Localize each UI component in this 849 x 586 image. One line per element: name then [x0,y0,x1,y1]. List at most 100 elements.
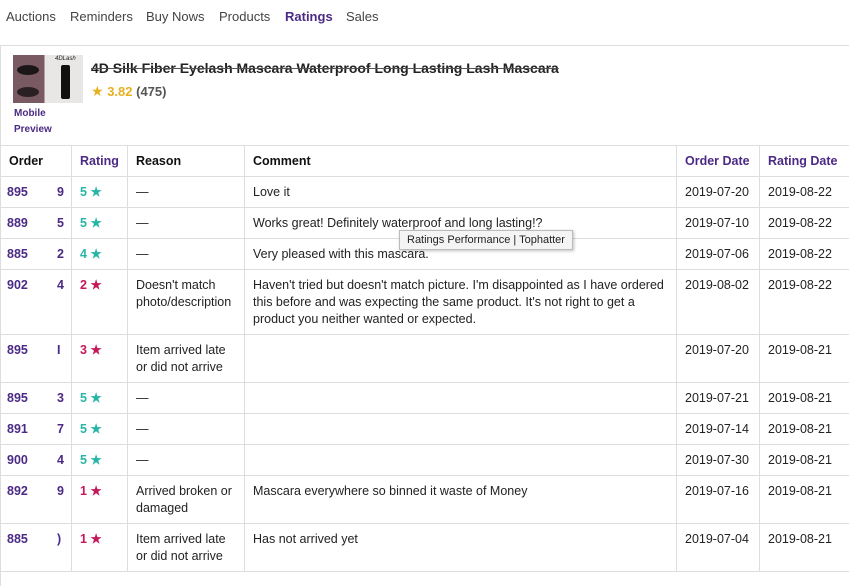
rating-count: (475) [136,84,166,99]
rating-date-cell: 2019-08-22 [760,239,849,270]
order-id-head[interactable]: 892 [7,484,28,498]
order-id-tail[interactable]: I [57,342,60,359]
thumbnail-brand-text: 4DLash [55,56,76,62]
rating-date-cell: 2019-08-22 [760,208,849,239]
ratings-table: Order Rating Reason Comment Order Date R… [0,145,849,572]
rating-value: 5 [80,422,87,436]
star-icon: ★ [90,216,101,230]
rating-cell: 5 ★ [72,445,128,476]
star-icon: ★ [90,532,101,546]
rating-value: 5 [80,185,87,199]
mobile-preview-link[interactable]: Mobile Preview [14,106,64,138]
comment-cell: Haven't tried but doesn't match picture.… [245,270,677,335]
order-id-head[interactable]: 889 [7,216,28,230]
order-id-cell[interactable]: 895 I [1,335,72,383]
comment-cell [245,414,677,445]
order-id-tail[interactable]: 4 [57,277,64,294]
order-id-tail[interactable]: 2 [57,246,64,263]
star-icon: ★ [90,484,101,498]
rating-value: 1 [80,532,87,546]
order-date-column-header[interactable]: Order Date [677,146,760,177]
table-row: 895I3 ★Item arrived late or did not arri… [1,335,849,383]
order-id-head[interactable]: 885 [7,247,28,261]
order-date-cell: 2019-08-02 [677,270,760,335]
order-id-tail[interactable]: 9 [57,483,64,500]
star-icon: ★ [90,185,101,199]
nav-buy-nows[interactable]: Buy Nows [146,9,205,24]
reason-cell: — [128,239,245,270]
tooltip: Ratings Performance | Tophatter [399,230,573,250]
order-id-cell[interactable]: 902 4 [1,270,72,335]
order-id-head[interactable]: 895 [7,391,28,405]
order-id-head[interactable]: 895 [7,343,28,357]
order-id-cell[interactable]: 892 9 [1,476,72,524]
nav-products[interactable]: Products [219,9,270,24]
order-date-cell: 2019-07-16 [677,476,760,524]
star-icon: ★ [90,343,101,357]
star-icon: ★ [91,83,104,99]
reason-cell: — [128,445,245,476]
rating-value: 3 [80,343,87,357]
rating-date-cell: 2019-08-21 [760,414,849,445]
mascara-bottle-graphic [61,65,70,99]
order-date-cell: 2019-07-04 [677,524,760,572]
order-id-tail[interactable]: 9 [57,184,64,201]
order-id-mask [30,445,60,475]
comment-cell: Has not arrived yet [245,524,677,572]
order-id-tail[interactable]: 7 [57,421,64,438]
order-id-tail[interactable]: 5 [57,215,64,232]
rating-value: 2 [80,278,87,292]
order-id-head[interactable]: 885 [7,532,28,546]
order-id-head[interactable]: 902 [7,278,28,292]
product-thumbnail[interactable]: 4DLash [13,55,83,103]
order-id-head[interactable]: 895 [7,185,28,199]
order-id-cell[interactable]: 891 7 [1,414,72,445]
order-id-tail[interactable]: 3 [57,390,64,407]
star-icon: ★ [90,278,101,292]
star-icon: ★ [90,391,101,405]
nav-ratings[interactable]: Ratings [285,9,333,24]
rating-cell: 1 ★ [72,524,128,572]
nav-auctions[interactable]: Auctions [6,9,56,24]
order-id-tail[interactable]: 4 [57,452,64,469]
product-rating-summary: ★ 3.82 (475) [91,83,166,100]
star-icon: ★ [90,453,101,467]
table-row: 90242 ★Doesn't match photo/descriptionHa… [1,270,849,335]
reason-cell: — [128,208,245,239]
order-id-tail[interactable]: ) [57,531,61,548]
rating-date-column-header[interactable]: Rating Date [760,146,849,177]
order-date-cell: 2019-07-30 [677,445,760,476]
star-icon: ★ [90,422,101,436]
nav-sales[interactable]: Sales [346,9,379,24]
order-id-head[interactable]: 891 [7,422,28,436]
reason-cell: — [128,383,245,414]
order-id-cell[interactable]: 889 5 [1,208,72,239]
order-id-mask [30,270,60,334]
order-id-cell[interactable]: 885 2 [1,239,72,270]
rating-cell: 5 ★ [72,208,128,239]
order-column-header: Order [1,146,72,177]
rating-value: 1 [80,484,87,498]
reason-cell: Item arrived late or did not arrive [128,335,245,383]
rating-date-cell: 2019-08-21 [760,445,849,476]
average-rating: 3.82 [107,84,132,99]
top-navigation: Auctions Reminders Buy Nows Products Rat… [0,0,849,34]
rating-cell: 3 ★ [72,335,128,383]
rating-date-cell: 2019-08-21 [760,335,849,383]
order-id-head[interactable]: 900 [7,453,28,467]
product-title[interactable]: 4D Silk Fiber Eyelash Mascara Waterproof… [91,60,559,76]
rating-cell: 5 ★ [72,383,128,414]
order-id-cell[interactable]: 885) [1,524,72,572]
order-id-cell[interactable]: 895 3 [1,383,72,414]
rating-date-cell: 2019-08-21 [760,383,849,414]
order-id-cell[interactable]: 900 4 [1,445,72,476]
reason-cell: — [128,177,245,208]
nav-reminders[interactable]: Reminders [70,9,133,24]
order-date-cell: 2019-07-21 [677,383,760,414]
rating-value: 5 [80,453,87,467]
rating-date-cell: 2019-08-21 [760,524,849,572]
comment-column-header: Comment [245,146,677,177]
rating-cell: 1 ★ [72,476,128,524]
order-id-cell[interactable]: 895 9 [1,177,72,208]
rating-column-header[interactable]: Rating [72,146,128,177]
